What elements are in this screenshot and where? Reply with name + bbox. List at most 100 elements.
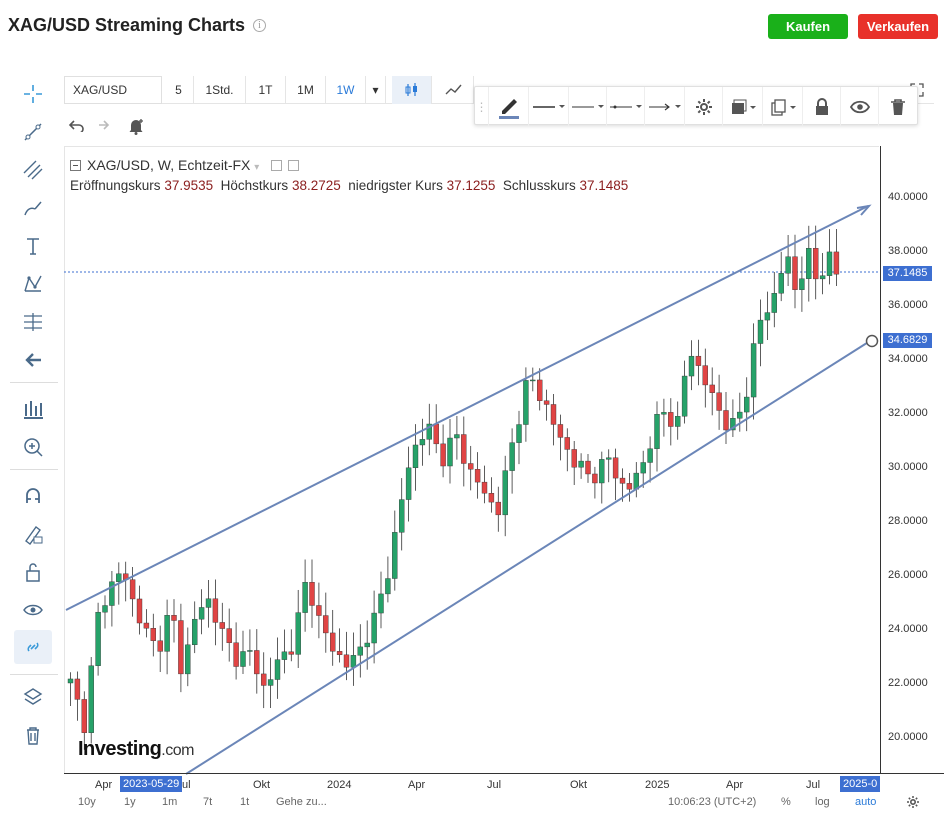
y-tick: 34.0000 (888, 353, 928, 365)
candle-body (405, 467, 412, 500)
candle-body (191, 618, 198, 646)
current-price-badge: 37.1485 (883, 266, 932, 281)
candle-body (771, 293, 777, 313)
candle-body (661, 412, 667, 415)
axis-settings-gear-icon[interactable] (906, 795, 920, 812)
range-10y[interactable]: 10y (78, 796, 96, 808)
y-tick: 22.0000 (888, 677, 928, 689)
range-1m[interactable]: 1m (162, 796, 177, 808)
candle-body (399, 499, 405, 533)
candle-body (481, 481, 488, 494)
candle-body (557, 424, 564, 438)
candle-body (695, 355, 702, 366)
goto-button[interactable]: Gehe zu... (276, 796, 327, 808)
range-1t[interactable]: 1t (240, 796, 249, 808)
y-tick: 36.0000 (888, 299, 928, 311)
candle-body (592, 473, 598, 484)
candle-body (288, 651, 294, 655)
candle-body (316, 605, 322, 616)
candle-body (302, 582, 308, 613)
candle-body (709, 384, 715, 393)
log-toggle[interactable]: log (815, 796, 830, 808)
candle-body (219, 622, 226, 629)
range-7t[interactable]: 7t (203, 796, 212, 808)
candle-body (461, 434, 467, 464)
candle-body (150, 628, 157, 641)
candle-body (502, 470, 508, 516)
candle-body (813, 247, 819, 280)
candle-body (88, 665, 94, 733)
candle-body (640, 462, 646, 474)
y-tick: 38.0000 (888, 245, 928, 257)
x-tick: Jul (806, 779, 821, 791)
candle-body (778, 273, 784, 294)
x-tick: Okt (570, 779, 588, 791)
candle-body (523, 380, 529, 425)
candle-body (543, 400, 550, 405)
candle-body (143, 622, 150, 629)
x-tick-partial: ul (182, 779, 191, 791)
x-tick: Apr (408, 779, 426, 791)
x-tick: Jul (487, 779, 502, 791)
candle-body (668, 412, 674, 427)
candle-body (254, 650, 260, 675)
candle-body (281, 651, 288, 660)
candle-body (240, 651, 246, 667)
left-date-badge: 2023-05-29 (120, 776, 183, 792)
candle-body (74, 678, 81, 700)
candle-body (440, 443, 446, 467)
right-date-badge: 2025-0 (840, 776, 881, 792)
candle-body (323, 615, 329, 634)
candle-body (585, 460, 591, 475)
candles-group (67, 225, 840, 750)
bottom-toolbar: 10y 1y 1m 7t 1t Gehe zu... 10:06:23 (UTC… (64, 794, 934, 814)
candle-body (419, 439, 426, 446)
candle-body (116, 573, 122, 582)
candle-body (433, 423, 439, 445)
candle-body (571, 449, 577, 468)
x-tick: Apr (726, 779, 744, 791)
candle-body (157, 640, 163, 652)
percent-toggle[interactable]: % (781, 796, 791, 808)
candle-body (343, 654, 350, 668)
candle-body (412, 444, 419, 469)
candle-body (516, 424, 522, 443)
candle-body (702, 365, 708, 386)
clock: 10:06:23 (UTC+2) (668, 796, 757, 808)
candle-body (723, 410, 729, 431)
candle-body (357, 646, 363, 656)
candle-body (806, 247, 812, 279)
cursor-price-badge: 34.6829 (883, 333, 932, 348)
candle-body (750, 343, 757, 398)
logo-suffix: .com (161, 742, 194, 759)
candle-body (178, 620, 184, 675)
candle-body (564, 437, 570, 450)
candle-body (274, 659, 281, 680)
y-tick: 20.0000 (888, 731, 928, 743)
drawing-handle-icon[interactable] (865, 334, 879, 348)
candle-body (488, 493, 495, 503)
x-tick: Apr (95, 779, 113, 791)
candle-body (757, 319, 764, 344)
investing-logo: Investing.com (78, 738, 194, 761)
candle-body (171, 615, 177, 621)
candle-body (67, 678, 74, 684)
candle-body (599, 459, 605, 484)
logo-brand: Investing (78, 738, 162, 760)
candle-body (454, 434, 460, 439)
candle-body (261, 673, 267, 686)
candle-body (233, 642, 239, 667)
y-tick: 30.0000 (888, 461, 928, 473)
auto-toggle[interactable]: auto (855, 796, 876, 808)
price-chart-canvas[interactable] (0, 0, 945, 831)
candle-body (295, 612, 301, 655)
candle-body (495, 501, 501, 516)
candle-body (688, 355, 695, 377)
y-tick: 28.0000 (888, 515, 928, 527)
candle-body (681, 375, 688, 417)
candle-body (578, 460, 584, 468)
x-tick: 2024 (327, 779, 352, 791)
candle-body (537, 379, 543, 401)
candle-body (95, 611, 101, 666)
range-1y[interactable]: 1y (124, 796, 136, 808)
